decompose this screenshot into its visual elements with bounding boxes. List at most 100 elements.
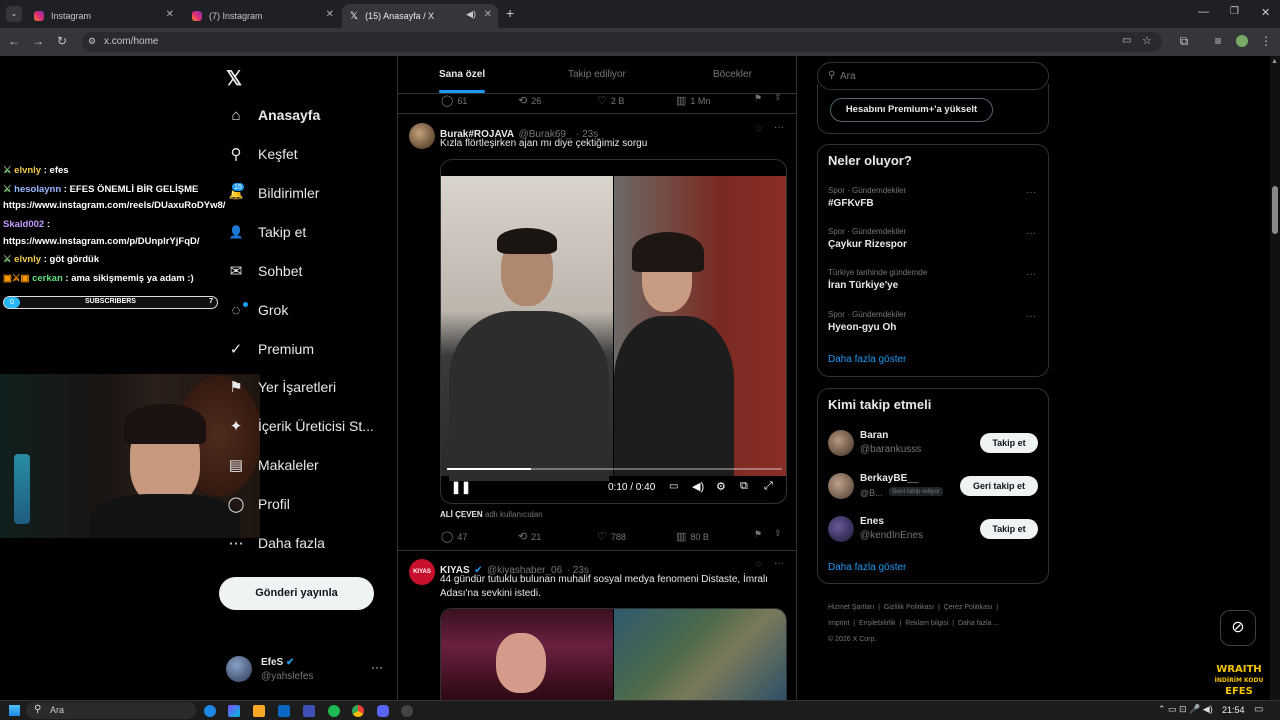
page-scrollbar[interactable]: ▲ bbox=[1270, 56, 1280, 700]
store-icon[interactable] bbox=[303, 705, 315, 717]
obs-icon[interactable] bbox=[401, 705, 413, 717]
more-dots-icon[interactable]: ··· bbox=[1026, 269, 1036, 280]
repost-count[interactable]: ⟲ 26 bbox=[518, 94, 541, 107]
like-count[interactable]: ♡ 788 bbox=[597, 530, 626, 543]
video-progress-track[interactable] bbox=[447, 468, 782, 470]
browser-tab-3[interactable]: 𝕏 (15) Anasayfa / X ◀) ✕ bbox=[342, 4, 498, 28]
more-dots-icon[interactable]: ··· bbox=[774, 558, 784, 569]
footer-link[interactable]: Gizlilik Politikası bbox=[884, 604, 934, 611]
avatar[interactable]: KIYAS bbox=[409, 559, 435, 585]
nav-profile[interactable]: ◯ Profil bbox=[227, 495, 290, 513]
video-attribution[interactable]: ALİ ÇEVEN adlı kullanıcıdan bbox=[440, 510, 543, 519]
suggestion-name[interactable]: Enes bbox=[860, 516, 884, 527]
speaker-icon[interactable]: ◀) bbox=[466, 9, 476, 20]
close-tab-icon[interactable]: ✕ bbox=[484, 9, 492, 20]
browser-tab-2[interactable]: (7) Instagram ✕ bbox=[184, 4, 340, 28]
like-count[interactable]: ♡ 2 B bbox=[597, 94, 624, 107]
avatar[interactable] bbox=[828, 430, 854, 456]
more-dots-icon[interactable]: ··· bbox=[371, 660, 383, 674]
footer-link[interactable]: Hizmet Şartları bbox=[828, 604, 874, 611]
reply-count[interactable]: ◯ 47 bbox=[441, 530, 467, 543]
tab-following[interactable]: Takip ediliyor bbox=[568, 69, 626, 80]
omnibox[interactable]: ⚙ x.com/home ▭ ☆ bbox=[82, 32, 1162, 52]
x-logo[interactable]: 𝕏 bbox=[226, 66, 242, 91]
follow-button[interactable]: Takip et bbox=[980, 519, 1038, 539]
nav-explore[interactable]: ⚲ Keşfet bbox=[227, 145, 298, 163]
nav-premium[interactable]: ✓ Premium bbox=[227, 340, 314, 358]
nav-follow[interactable]: 👤 Takip et bbox=[227, 223, 307, 241]
media-icon[interactable]: ≡ bbox=[1210, 34, 1226, 48]
reload-icon[interactable]: ↻ bbox=[54, 34, 70, 48]
view-count[interactable]: ▥ 80 B bbox=[676, 530, 709, 543]
tweet-media[interactable] bbox=[440, 608, 787, 700]
fullscreen-icon[interactable]: ⤢ bbox=[764, 480, 773, 493]
more-dots-icon[interactable]: ··· bbox=[1026, 311, 1036, 322]
premium-upgrade-button[interactable]: Hesabını Premium+'a yükselt bbox=[830, 98, 993, 122]
footer-link[interactable]: Reklam bilgisi bbox=[905, 620, 948, 627]
reply-count[interactable]: ◯ 61 bbox=[441, 94, 467, 107]
show-more-follow-link[interactable]: Daha fazla göster bbox=[828, 562, 906, 573]
suggestion-name[interactable]: BerkayBE__ bbox=[860, 473, 918, 484]
bookmark-icon[interactable]: ⚑ bbox=[754, 93, 762, 104]
tab-for-you[interactable]: Sana özel bbox=[439, 69, 485, 80]
follow-button[interactable]: Takip et bbox=[980, 433, 1038, 453]
spotify-icon[interactable] bbox=[328, 705, 340, 717]
more-dots-icon[interactable]: ··· bbox=[774, 122, 784, 133]
cast-icon[interactable]: ▭ bbox=[1122, 35, 1131, 46]
share-icon[interactable]: ⇪ bbox=[774, 528, 782, 539]
bookmark-icon[interactable]: ⚑ bbox=[754, 529, 762, 540]
star-icon[interactable]: ☆ bbox=[1142, 34, 1152, 47]
notification-center-icon[interactable]: ▭ bbox=[1254, 704, 1263, 715]
new-tab-button[interactable]: + bbox=[506, 5, 514, 21]
settings-icon[interactable]: ⚙ bbox=[716, 480, 726, 493]
video-player[interactable]: ❚❚ 0:10 / 0:40 ▭ ◀) ⚙ ⧉ ⤢ bbox=[440, 159, 787, 504]
back-icon[interactable]: ← bbox=[6, 34, 22, 48]
profile-avatar-icon[interactable] bbox=[1236, 35, 1248, 47]
extensions-icon[interactable]: ⧉ bbox=[1176, 34, 1192, 49]
copilot-icon[interactable] bbox=[228, 705, 240, 717]
nav-home[interactable]: ⌂ Anasayfa bbox=[227, 106, 320, 124]
avatar[interactable] bbox=[828, 473, 854, 499]
grok-float-button[interactable]: ⊘ bbox=[1220, 610, 1256, 646]
more-dots-icon[interactable]: ··· bbox=[1026, 187, 1036, 198]
trend-item[interactable]: #GFKvFB bbox=[828, 198, 874, 209]
scroll-thumb[interactable] bbox=[1272, 186, 1278, 234]
nav-bookmarks[interactable]: ⚑ Yer İşaretleri bbox=[227, 378, 336, 396]
close-tab-icon[interactable]: ✕ bbox=[166, 9, 174, 20]
view-count[interactable]: ▥ 1 Mn bbox=[676, 94, 710, 107]
footer-link[interactable]: Çerez Politikası bbox=[944, 604, 993, 611]
trend-item[interactable]: Hyeon-gyu Oh bbox=[828, 322, 896, 333]
tab-bugs[interactable]: Böcekler bbox=[713, 69, 752, 80]
footer-link[interactable]: Erişilebilirlik bbox=[859, 620, 896, 627]
tab-search-button[interactable]: ⌄ bbox=[6, 6, 22, 22]
grok-icon[interactable]: ◌ bbox=[756, 123, 762, 134]
account-switcher[interactable]: EfeS ✔ @yahslefes ··· bbox=[224, 654, 386, 688]
restore-icon[interactable]: ❐ bbox=[1230, 6, 1239, 17]
edge-icon[interactable] bbox=[204, 705, 216, 717]
more-dots-icon[interactable]: ··· bbox=[1026, 228, 1036, 239]
captions-icon[interactable]: ▭ bbox=[669, 481, 678, 492]
site-info-icon[interactable]: ⚙ bbox=[88, 36, 96, 47]
avatar[interactable] bbox=[828, 516, 854, 542]
browser-tab-1[interactable]: Instagram ✕ bbox=[26, 4, 180, 28]
trend-item[interactable]: İran Türkiye'ye bbox=[828, 280, 898, 291]
taskbar-search[interactable]: ⚲ Ara bbox=[26, 702, 196, 719]
nav-messages[interactable]: ✉ Sohbet bbox=[227, 262, 303, 280]
pip-icon[interactable]: ⧉ bbox=[740, 480, 748, 493]
post-button[interactable]: Gönderi yayınla bbox=[219, 577, 374, 610]
footer-link[interactable]: Daha fazla ... bbox=[958, 620, 999, 627]
avatar[interactable] bbox=[409, 123, 435, 149]
discord-icon[interactable] bbox=[377, 705, 389, 717]
close-tab-icon[interactable]: ✕ bbox=[326, 9, 334, 20]
nav-grok[interactable]: ◌ Grok bbox=[227, 301, 289, 319]
minimize-icon[interactable]: — bbox=[1198, 6, 1209, 18]
grok-icon[interactable]: ◌ bbox=[756, 559, 762, 570]
share-icon[interactable]: ⇪ bbox=[774, 92, 782, 103]
file-explorer-icon[interactable] bbox=[253, 705, 265, 717]
suggestion-name[interactable]: Baran bbox=[860, 430, 888, 441]
tray-icons[interactable]: ⌃ ▭ ⊡ 🎤 ◀) bbox=[1158, 704, 1213, 715]
chrome-icon[interactable] bbox=[352, 705, 364, 717]
pause-icon[interactable]: ❚❚ bbox=[451, 480, 471, 494]
scroll-up-icon[interactable]: ▲ bbox=[1271, 58, 1278, 65]
volume-icon[interactable]: ◀) bbox=[692, 480, 704, 493]
